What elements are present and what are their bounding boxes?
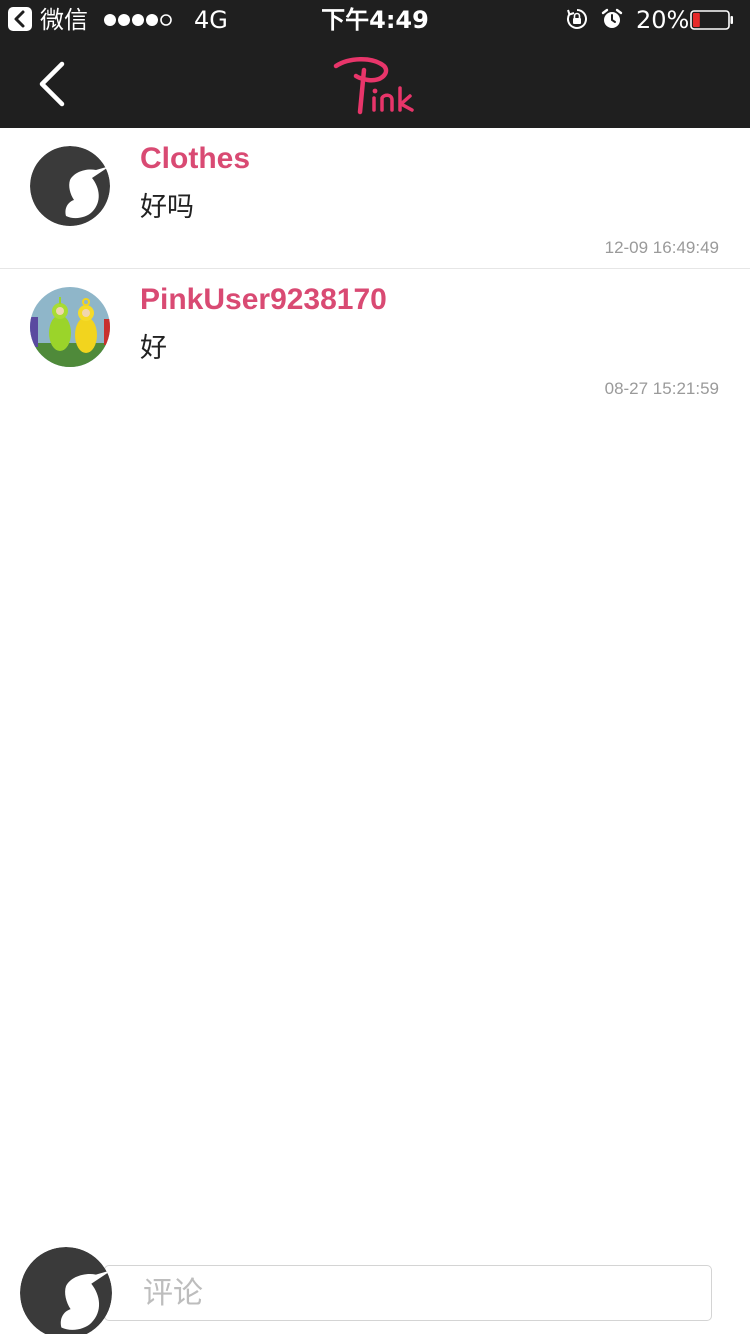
comment-timestamp: 08-27 15:21:59 [604,379,719,398]
avatar[interactable] [30,287,110,367]
comment-username[interactable]: PinkUser9238170 [140,281,387,319]
comment-text: 好 [140,333,167,364]
avatar[interactable] [30,146,110,226]
rotation-lock-icon [567,9,587,29]
comment-list: Clothes 好吗 12-09 16:49:49 PinkUser923817… [0,128,750,408]
unicorn-icon [30,146,110,226]
compose-bar [0,1240,750,1334]
user-photo [30,287,110,367]
alarm-icon [601,8,623,28]
comment-item[interactable]: Clothes 好吗 12-09 16:49:49 [0,128,750,268]
comment-item[interactable]: PinkUser9238170 好 08-27 15:21:59 [0,268,750,408]
comment-input[interactable] [104,1265,712,1321]
current-user-avatar[interactable] [20,1247,112,1334]
pink-logo [333,57,414,115]
comment-text: 好吗 [140,192,194,223]
back-button[interactable] [28,56,76,112]
status-bar: 微信 4G 下午4:49 20% [0,0,750,40]
battery-percent: 20% [636,6,690,34]
battery-icon [690,10,733,30]
unicorn-icon [20,1247,112,1334]
comment-timestamp: 12-09 16:49:49 [604,238,719,257]
comment-username[interactable]: Clothes [140,140,250,178]
chevron-left-icon [39,61,65,107]
navigation-bar [0,40,750,128]
